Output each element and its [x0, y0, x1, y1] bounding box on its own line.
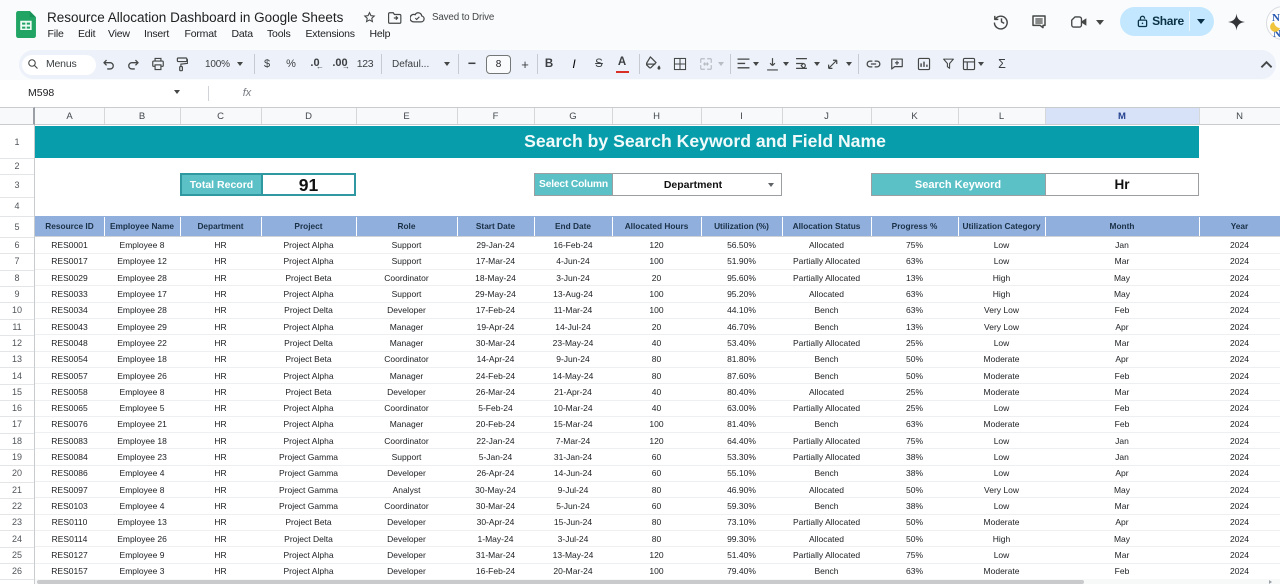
svg-text:N: N	[1272, 12, 1280, 24]
